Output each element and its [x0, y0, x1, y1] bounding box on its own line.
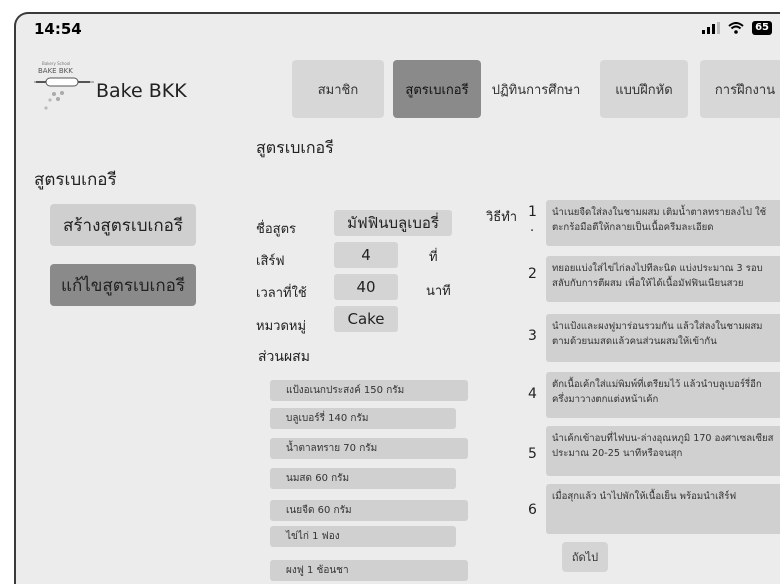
- ingredient-item[interactable]: แป้งอเนกประสงค์ 150 กรัม: [270, 380, 468, 401]
- ingredients-label: ส่วนผสม: [258, 349, 310, 365]
- time-field[interactable]: 40: [334, 274, 398, 300]
- page-title: สูตรเบเกอรี: [256, 138, 334, 157]
- time-unit: นาที: [426, 284, 451, 299]
- ingredient-item[interactable]: บลูเบอร์รี่ 140 กรัม: [270, 408, 456, 429]
- rolling-pin-logo-icon: Bakery School BAKE BKK: [34, 61, 94, 110]
- edit-recipe-button[interactable]: แก้ไขสูตรเบเกอรี: [50, 264, 196, 306]
- step-number: 3: [528, 328, 537, 344]
- ingredient-item[interactable]: ไข่ไก่ 1 ฟอง: [270, 526, 456, 547]
- svg-text:Bakery School: Bakery School: [42, 61, 70, 66]
- step-number: 2: [528, 266, 537, 282]
- signal-icon: [702, 22, 721, 34]
- status-time: 14:54: [34, 20, 82, 38]
- method-label: วิธีทำ: [486, 210, 518, 225]
- status-icons: 65: [702, 21, 772, 35]
- tab-members[interactable]: สมาชิก: [292, 60, 384, 118]
- battery-icon: 65: [752, 21, 772, 35]
- ingredient-item[interactable]: นมสด 60 กรัม: [270, 468, 456, 489]
- category-label: หมวดหมู่: [256, 319, 307, 334]
- ingredient-item[interactable]: เนยจืด 60 กรัม: [270, 500, 468, 521]
- sidebar-title: สูตรเบเกอรี: [34, 170, 117, 190]
- tab-calendar[interactable]: ปฏิทินการศึกษา: [484, 60, 588, 118]
- svg-text:BAKE BKK: BAKE BKK: [38, 67, 73, 75]
- category-field[interactable]: Cake: [334, 306, 398, 332]
- step-number: 5: [528, 446, 537, 462]
- time-label: เวลาที่ใช้: [256, 286, 307, 301]
- serve-unit: ที่: [429, 250, 438, 265]
- step-text[interactable]: เมื่อสุกแล้ว นำไปพักให้เนื้อเย็น พร้อมนำ…: [546, 484, 780, 534]
- step-number: 4: [528, 386, 537, 402]
- create-recipe-button[interactable]: สร้างสูตรเบเกอรี: [50, 204, 196, 246]
- tab-exercises[interactable]: แบบฝึกหัด: [600, 60, 688, 118]
- next-button[interactable]: ถัดไป: [562, 542, 608, 572]
- step-text[interactable]: ตักเนื้อเค้กใส่แม่พิมพ์ที่เตรียมไว้ แล้ว…: [546, 372, 780, 418]
- step-number: 6: [528, 502, 537, 518]
- serve-label: เสิร์ฟ: [256, 254, 285, 269]
- recipe-name-field[interactable]: มัฟฟินบลูเบอรี่: [334, 210, 452, 236]
- step-text[interactable]: นำแป้งและผงฟูมาร่อนรวมกัน แล้วใส่ลงในชาม…: [546, 314, 780, 362]
- serve-field[interactable]: 4: [334, 242, 398, 268]
- brand-name: Bake BKK: [96, 80, 187, 102]
- ingredient-item[interactable]: ผงฟู 1 ช้อนชา: [270, 560, 468, 581]
- tab-bakery-recipes[interactable]: สูตรเบเกอรี: [393, 60, 481, 118]
- tab-internship[interactable]: การฝึกงาน: [700, 60, 780, 118]
- ingredient-item[interactable]: น้ำตาลทราย 70 กรัม: [270, 438, 468, 459]
- step-text[interactable]: นำเนยจืดใส่ลงในชามผสม เติมน้ำตาลทรายลงไป…: [546, 200, 780, 246]
- step-text[interactable]: นำเค้กเข้าอบที่ไฟบน-ล่างอุณหภูมิ 170 องศ…: [546, 426, 780, 476]
- logo: Bakery School BAKE BKK: [32, 58, 102, 116]
- app-frame: 14:54 65 Bakery School BAKE BKK Bake BKK…: [14, 12, 780, 584]
- recipe-name-label: ชื่อสูตร: [256, 222, 296, 237]
- step-number: 1: [528, 204, 537, 220]
- wifi-icon: [728, 22, 744, 34]
- step-text[interactable]: ทยอยแบ่งใส่ไข่ไก่ลงไปทีละนิด แบ่งประมาณ …: [546, 256, 780, 302]
- step-dot: .: [530, 220, 535, 235]
